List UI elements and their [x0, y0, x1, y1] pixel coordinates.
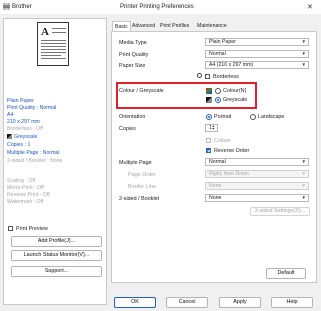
paper-size-label: Paper Size — [119, 63, 146, 69]
cancel-button[interactable]: Cancel — [166, 297, 208, 308]
greyscale-radio[interactable] — [215, 97, 221, 103]
borderless-label: Borderless — [213, 74, 239, 80]
2sided-settings-button[interactable]: 2-sided Settings(X)... — [250, 207, 310, 216]
summary-2sided: 2-sided / Booklet : None — [7, 158, 63, 164]
stepper-arrows-icon: ▲ ▼ — [211, 124, 215, 131]
greyscale-option-label: Greyscale — [223, 97, 248, 103]
summary-print-quality: Print Quality : Normal — [7, 105, 57, 111]
tab-maintenance[interactable]: Maintenance — [197, 21, 227, 31]
colour-radio[interactable] — [215, 88, 221, 94]
app-name: Brother — [12, 4, 32, 10]
greyscale-icon — [206, 97, 212, 103]
summary-copies: Copies : 1 — [7, 142, 31, 148]
media-type-label: Media Type — [119, 40, 147, 46]
help-button[interactable]: Help — [271, 297, 313, 308]
2sided-booklet-label: 2-sided / Booklet — [119, 196, 160, 202]
print-quality-label: Print Quality — [119, 52, 149, 58]
greyscale-icon — [7, 134, 12, 139]
copies-label: Copies — [119, 126, 136, 132]
preview-glyph: A — [41, 26, 49, 38]
chevron-down-icon: ▼ — [301, 62, 306, 67]
printer-app-icon — [3, 2, 10, 11]
tab-basic[interactable]: Basic — [112, 21, 131, 31]
multiple-page-select[interactable]: Normal ▼ — [205, 158, 309, 166]
page-order-label: Page Order — [128, 172, 156, 178]
summary-greyscale: Greyscale — [7, 134, 37, 140]
summary-mirror-print: Mirror Print : Off — [7, 185, 44, 191]
landscape-label: Landscape — [258, 114, 285, 120]
default-button[interactable]: Default — [266, 268, 306, 279]
chevron-down-icon: ▼ — [301, 195, 306, 200]
colour-option-label: Colour(N) — [223, 88, 247, 94]
print-preview-checkbox[interactable] — [8, 226, 13, 231]
support-button[interactable]: Support... — [11, 266, 102, 277]
border-line-select[interactable]: None ▼ — [205, 182, 309, 190]
portrait-radio[interactable] — [206, 114, 212, 120]
summary-watermark: Watermark : Off — [7, 199, 44, 205]
colour-icon — [206, 88, 212, 94]
collate-label: Collate — [214, 138, 231, 144]
info-icon — [197, 73, 202, 78]
orientation-label: Orientation — [119, 114, 146, 120]
apply-button[interactable]: Apply — [219, 297, 261, 308]
colour-greyscale-label: Colour / Greyscale — [119, 88, 164, 94]
launch-status-monitor-button[interactable]: Launch Status Monitor(V)... — [11, 250, 102, 261]
title-bar: Brother Printer Printing Preferences ✕ — [0, 0, 321, 14]
summary-media-type: Plain Paper — [7, 98, 34, 104]
chevron-down-icon: ▼ — [301, 51, 306, 56]
chevron-down-icon: ▼ — [301, 183, 306, 188]
borderless-checkbox[interactable] — [205, 74, 210, 79]
colour-greyscale-highlight — [116, 82, 257, 109]
border-line-label: Border Line — [128, 184, 156, 190]
portrait-label: Portrait — [214, 114, 232, 120]
summary-paper-dimensions: 210 x 297 mm — [7, 119, 40, 125]
summary-multiple-page: Multiple Page : Normal — [7, 150, 60, 156]
multiple-page-label: Multiple Page — [119, 160, 152, 166]
copies-stepper[interactable]: 1 ▲ ▼ — [205, 124, 218, 132]
chevron-down-icon: ▼ — [301, 39, 306, 44]
chevron-down-icon: ▼ — [301, 171, 306, 176]
print-preview-label: Print Preview — [16, 226, 48, 232]
print-quality-select[interactable]: Normal ▼ — [205, 50, 309, 58]
tab-print-profiles[interactable]: Print Profiles — [160, 21, 189, 31]
summary-paper-size: A4 — [7, 112, 14, 118]
reverse-order-checkbox[interactable] — [206, 148, 211, 153]
ok-button[interactable]: OK — [114, 297, 156, 308]
add-profile-button[interactable]: Add Profile(J)... — [11, 236, 102, 247]
page-preview-thumbnail: A — [37, 22, 69, 66]
summary-reverse-print: Reverse Print : Off — [7, 192, 50, 198]
close-window-button[interactable]: ✕ — [307, 3, 313, 11]
media-type-select[interactable]: Plain Paper ▼ — [205, 38, 309, 46]
summary-scaling: Scaling : Off — [7, 178, 36, 184]
reverse-order-label: Reverse Order — [214, 148, 250, 154]
paper-size-select[interactable]: A4 (210 x 297 mm) ▼ — [205, 61, 309, 69]
summary-borderless: Borderless : Off — [7, 126, 43, 132]
chevron-down-icon: ▼ — [301, 159, 306, 164]
landscape-radio[interactable] — [250, 114, 256, 120]
collate-checkbox[interactable] — [206, 138, 211, 143]
page-order-select[interactable]: Right, then Down ▼ — [205, 170, 309, 178]
window-title: Printer Printing Preferences — [120, 4, 194, 10]
2sided-booklet-select[interactable]: None ▼ — [205, 194, 309, 202]
tab-advanced[interactable]: Advanced — [132, 21, 155, 31]
